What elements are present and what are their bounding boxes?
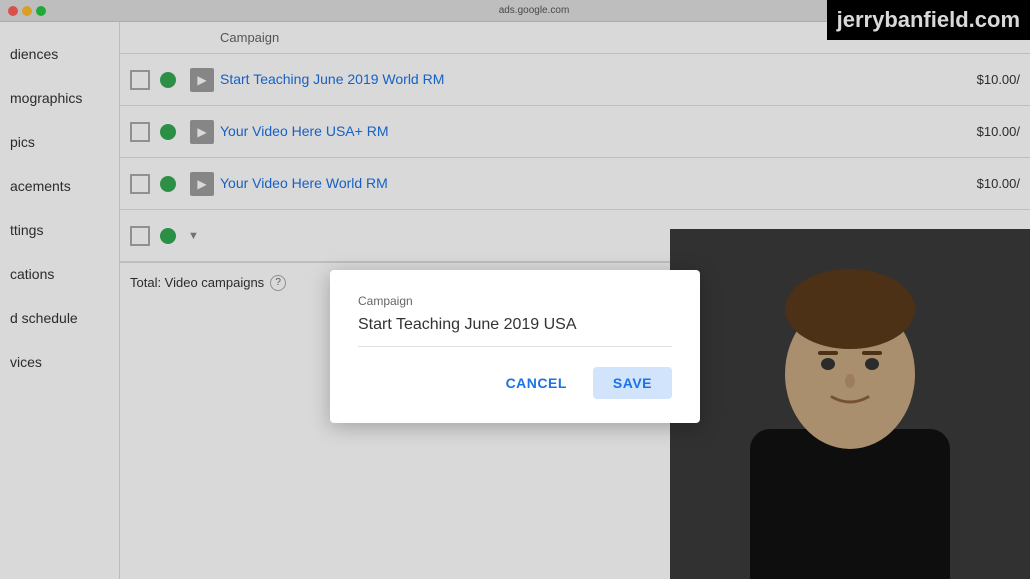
modal-actions: CANCEL SAVE (358, 367, 672, 399)
modal-field-value: Start Teaching June 2019 USA (358, 316, 672, 347)
cancel-button[interactable]: CANCEL (490, 367, 583, 399)
modal-dialog: Campaign Start Teaching June 2019 USA CA… (330, 270, 700, 423)
save-button[interactable]: SAVE (593, 367, 672, 399)
modal-field-label: Campaign (358, 294, 672, 308)
